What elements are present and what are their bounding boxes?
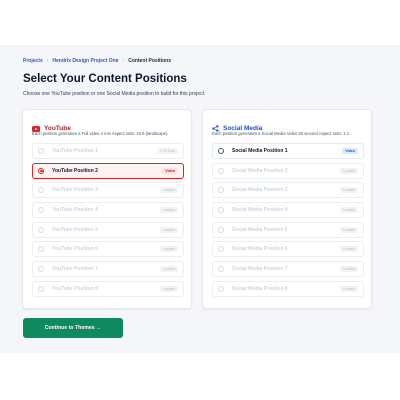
status-badge: 1 To Spin: [157, 148, 178, 154]
social-position-list: Social Media Position 1 Video Social Media…: [212, 143, 364, 301]
radio-button: [38, 187, 44, 194]
status-badge: Locked: [160, 246, 178, 253]
social-position-option: Social Media Position 7 Locked: [212, 261, 364, 278]
status-badge: Locked: [340, 167, 358, 174]
breadcrumb-project-link[interactable]: Hendrix Design Project One: [52, 58, 118, 64]
social-position-option: Social Media Position 4 Locked: [212, 202, 364, 219]
position-label: YouTube Position 8: [52, 285, 98, 292]
breadcrumb: Projects › Hendrix Design Project One › …: [23, 58, 171, 64]
position-label: YouTube Position 5: [52, 226, 98, 233]
social-position-option: Social Media Position 5 Locked: [212, 221, 364, 238]
radio-button: [38, 266, 44, 273]
social-position-option[interactable]: Social Media Position 1 Video: [212, 143, 364, 159]
radio-button[interactable]: [218, 148, 224, 154]
social-position-option: Social Media Position 8 Locked: [212, 280, 364, 297]
radio-button: [38, 285, 44, 292]
radio-button: [38, 207, 44, 214]
social-position-option: Social Media Position 3 Locked: [212, 182, 364, 199]
social-position-option: Social Media Position 2 Locked: [212, 162, 364, 179]
position-label: YouTube Position 7: [52, 266, 98, 273]
youtube-position-option: YouTube Position 1 1 To Spin: [32, 143, 184, 159]
radio-button: [218, 246, 224, 253]
youtube-position-option: YouTube Position 3 Locked: [32, 182, 184, 199]
social-card: Social Media Each position generates a S…: [202, 109, 372, 309]
radio-button[interactable]: [38, 167, 44, 174]
radio-button: [218, 167, 224, 174]
status-badge: Video: [162, 167, 178, 174]
position-label: Social Media Position 4: [232, 207, 288, 214]
status-badge: Locked: [160, 285, 178, 292]
position-label: Social Media Position 5: [232, 226, 288, 233]
radio-button: [218, 226, 224, 233]
youtube-position-option: YouTube Position 6 Locked: [32, 241, 184, 258]
position-label: Social Media Position 8: [232, 285, 288, 292]
position-label: YouTube Position 1: [52, 148, 98, 154]
radio-button: [218, 187, 224, 194]
page-title: Select Your Content Positions: [23, 73, 187, 85]
status-badge: Locked: [340, 266, 358, 273]
breadcrumb-current: Content Positions: [128, 58, 171, 64]
position-label: YouTube Position 2: [52, 167, 98, 174]
status-badge: Locked: [160, 266, 178, 273]
status-badge: Locked: [340, 207, 358, 214]
radio-button: [218, 207, 224, 214]
youtube-card: YouTube Each position generates a Full v…: [22, 109, 192, 309]
radio-button: [218, 285, 224, 292]
position-label: Social Media Position 3: [232, 187, 288, 194]
position-label: Social Media Position 2: [232, 167, 288, 174]
status-badge: Locked: [160, 207, 178, 214]
status-badge: Locked: [340, 187, 358, 194]
breadcrumb-separator: ›: [122, 58, 125, 64]
social-position-option: Social Media Position 6 Locked: [212, 241, 364, 258]
youtube-position-option: YouTube Position 5 Locked: [32, 221, 184, 238]
youtube-position-option[interactable]: YouTube Position 2 Video: [32, 162, 184, 179]
radio-button: [38, 148, 44, 154]
youtube-card-description: Each position generates a Full video 4 m…: [32, 131, 169, 136]
status-badge: Locked: [340, 246, 358, 253]
youtube-position-option: YouTube Position 7 Locked: [32, 261, 184, 278]
youtube-position-option: YouTube Position 4 Locked: [32, 202, 184, 219]
continue-to-themes-button[interactable]: Continue to Themes →: [23, 318, 123, 338]
radio-button: [38, 246, 44, 253]
position-label: Social Media Position 6: [232, 246, 288, 253]
radio-button: [218, 266, 224, 273]
page-subtitle: Choose one YouTube position or one Socia…: [23, 91, 206, 97]
youtube-position-option: YouTube Position 8 Locked: [32, 280, 184, 297]
status-badge: Locked: [340, 226, 358, 233]
position-label: YouTube Position 6: [52, 246, 98, 253]
radio-button: [38, 226, 44, 233]
position-label: Social Media Position 1: [232, 148, 288, 154]
status-badge: Locked: [340, 285, 358, 292]
breadcrumb-separator: ›: [46, 58, 49, 64]
position-label: Social Media Position 7: [232, 266, 288, 273]
status-badge: Locked: [160, 226, 178, 233]
status-badge: Locked: [160, 187, 178, 194]
position-label: YouTube Position 3: [52, 187, 98, 194]
breadcrumb-projects-link[interactable]: Projects: [23, 58, 43, 64]
position-label: YouTube Position 4: [52, 207, 98, 214]
youtube-position-list: YouTube Position 11 To Spin YouTube Posit…: [32, 143, 184, 301]
status-badge: Video: [342, 148, 358, 154]
content-positions-page: Projects › Hendrix Design Project One › …: [0, 45, 400, 353]
social-card-description: Each position generates a Social Media V…: [212, 131, 351, 136]
